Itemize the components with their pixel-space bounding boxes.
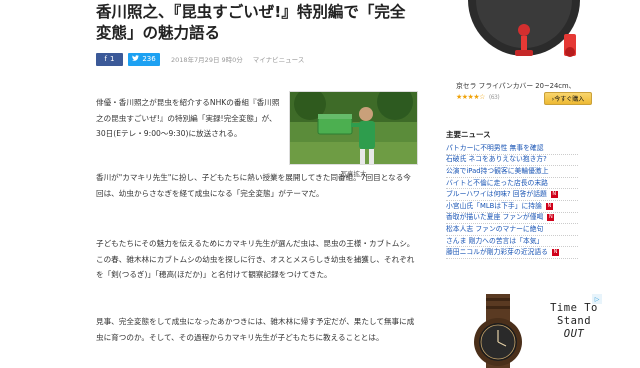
news-item[interactable]: 石破氏 ネコをありえない抱き方? <box>446 155 578 167</box>
article: 香川照之、『昆虫すごいぜ!』特別編で「完全変態」の魅力語る f 1 236 20… <box>96 0 418 342</box>
article-source-link[interactable]: マイナビニュース <box>253 54 305 64</box>
news-item-link[interactable]: 石破氏 ネコをありえない抱き方? <box>446 154 547 165</box>
frypan-cover-ad-image[interactable] <box>446 0 596 76</box>
watch-ad[interactable]: Time To Stand OUT ▷ <box>446 294 602 368</box>
news-item[interactable]: 藤田ニコルが剛力彩芽の近況語る N <box>446 247 578 259</box>
news-item-link[interactable]: パトカーに不明男性 無事を確認 <box>446 143 544 154</box>
news-item-link[interactable]: 公演でiPad持つ観客に美輪優激上 <box>446 166 549 177</box>
review-count: (63) <box>488 94 500 101</box>
facebook-icon: f <box>104 55 107 63</box>
ad-product-text[interactable]: 京セラ フライパンカバー 20~24cm、 <box>456 80 596 90</box>
ad-rating-stars: ★★★★☆ (63) <box>456 93 500 101</box>
news-item[interactable]: 小宮山氏「MLBは下手」に持論 N <box>446 201 578 213</box>
facebook-share-button[interactable]: f 1 <box>96 52 123 66</box>
article-date: 2018年7月29日 9時0分 <box>171 56 243 64</box>
news-item-link[interactable]: 香取が描いた夏座 ファンが僅喝 <box>446 212 543 223</box>
buy-now-button[interactable]: ›今すぐ購入 <box>544 92 592 105</box>
news-item[interactable]: さんま 剛力への苦言は「本気」 <box>446 236 578 248</box>
news-item-link[interactable]: 小宮山氏「MLBは下手」に持論 <box>446 201 542 212</box>
twitter-share-button[interactable]: 236 <box>128 52 160 66</box>
twitter-icon <box>132 55 140 63</box>
article-paragraph-2: 香川が"カマキリ先生"に扮し、子どもたちに熱い授業を展開してきた同番組。7回目と… <box>96 173 411 198</box>
news-item[interactable]: パトカーに不明男性 無事を確認 <box>446 143 578 155</box>
news-item-link[interactable]: バイトと不倫に走った店長の末路 <box>446 178 548 189</box>
article-paragraph-1: 俳優・香川照之が昆虫を紹介するNHKの番組『香川照之の昆虫すごいぜ!』の特別編「… <box>96 98 280 138</box>
news-item[interactable]: 香取が描いた夏座 ファンが僅喝 N <box>446 213 578 225</box>
watch-ad-slogan: Time To Stand OUT <box>546 302 602 341</box>
watch-slogan-line-3: OUT <box>563 328 585 340</box>
news-item-link[interactable]: さんま 剛力への苦言は「本気」 <box>446 236 543 247</box>
new-badge: N <box>550 191 558 199</box>
news-item-link[interactable]: ブルーハワイは何味? 回答が話題 <box>446 189 547 200</box>
watch-slogan-line-2: Stand <box>556 315 592 327</box>
adchoices-icon[interactable]: ▷ <box>592 294 602 304</box>
news-heading: 主要ニュース <box>446 130 491 139</box>
news-item[interactable]: バイトと不倫に走った店長の末路 <box>446 178 578 190</box>
article-title: 香川照之、『昆虫すごいぜ!』特別編で「完全変態」の魅力語る <box>96 3 406 42</box>
article-paragraph-3: 子どもたちにその魅力を伝えるためにカマキリ先生が選んだ虫は、昆虫の王様・カブトム… <box>96 239 415 279</box>
twitter-share-count: 236 <box>142 55 156 63</box>
article-paragraph-4: 見事、完全変態をして成虫になったあかつきには、雑木林に帰す予定だが、果たして無事… <box>96 317 415 342</box>
article-meta: f 1 236 2018年7月29日 9時0分 マイナビニュース <box>96 52 418 66</box>
new-badge: N <box>551 249 559 257</box>
facebook-share-count: 1 <box>110 55 115 63</box>
news-item-link[interactable]: 松本人志 ファンのマナーに絶句 <box>446 224 543 235</box>
news-item-link[interactable]: 藤田ニコルが剛力彩芽の近況語る <box>446 247 548 258</box>
news-item[interactable]: 松本人志 ファンのマナーに絶句 <box>446 224 578 236</box>
new-badge: N <box>545 202 553 210</box>
new-badge: N <box>547 214 555 222</box>
news-item[interactable]: 公演でiPad持つ観客に美輪優激上 <box>446 166 578 178</box>
article-photo[interactable] <box>289 91 418 165</box>
news-item[interactable]: ブルーハワイは何味? 回答が話題 N <box>446 189 578 201</box>
rating-stars: ★★★★☆ <box>456 93 485 101</box>
news-list: パトカーに不明男性 無事を確認 石破氏 ネコをありえない抱き方? 公演でiPad… <box>446 143 578 259</box>
watch-image <box>474 294 522 368</box>
